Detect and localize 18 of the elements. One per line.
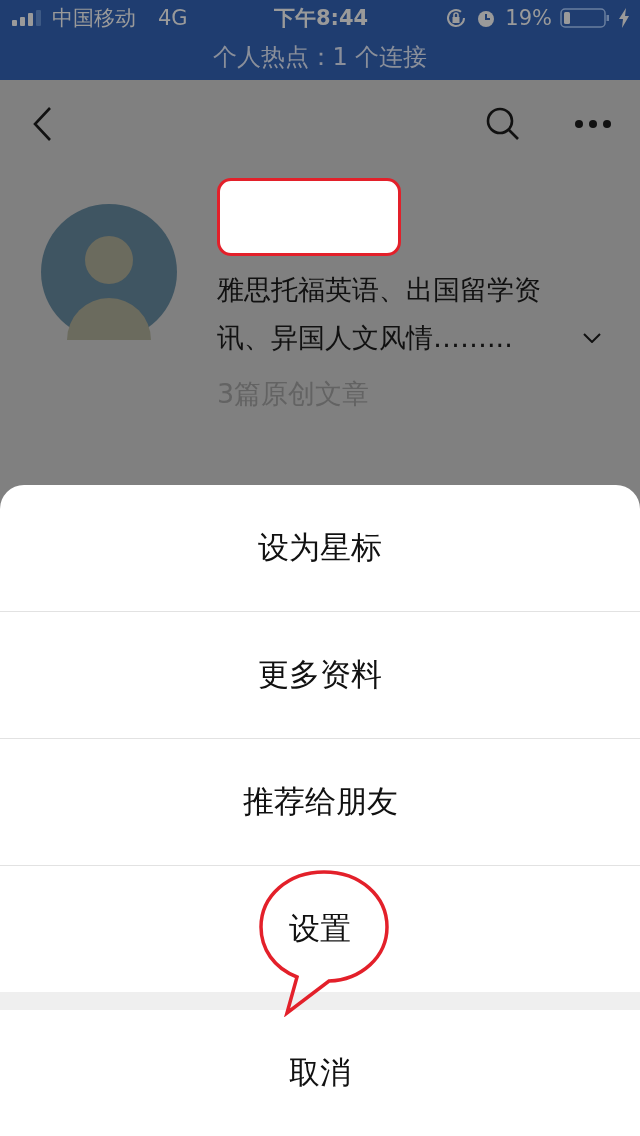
search-icon[interactable] [486,107,520,141]
cancel-button[interactable]: 取消 [269,1010,371,1136]
menu-item[interactable]: 更多资料 [238,612,402,738]
battery-percent: 19% [505,6,552,30]
menu-item[interactable]: 设为星标 [238,485,402,611]
menu-item[interactable]: 设置 [269,866,371,992]
account-description: 雅思托福英语、出国留学资讯、异国人文风情……... [217,273,542,355]
clock-time: 下午8:44 [273,5,369,32]
carrier-name: 中国移动 [52,5,136,32]
more-icon[interactable] [574,119,612,129]
menu-item[interactable]: 推荐给朋友 [222,739,418,865]
battery-icon [560,8,610,28]
back-icon[interactable] [32,106,52,142]
charging-icon [618,8,630,28]
signal-icon [12,10,44,26]
chevron-down-icon[interactable] [583,333,601,343]
network-type: 4G [158,6,188,30]
rotation-lock-icon [445,7,468,29]
